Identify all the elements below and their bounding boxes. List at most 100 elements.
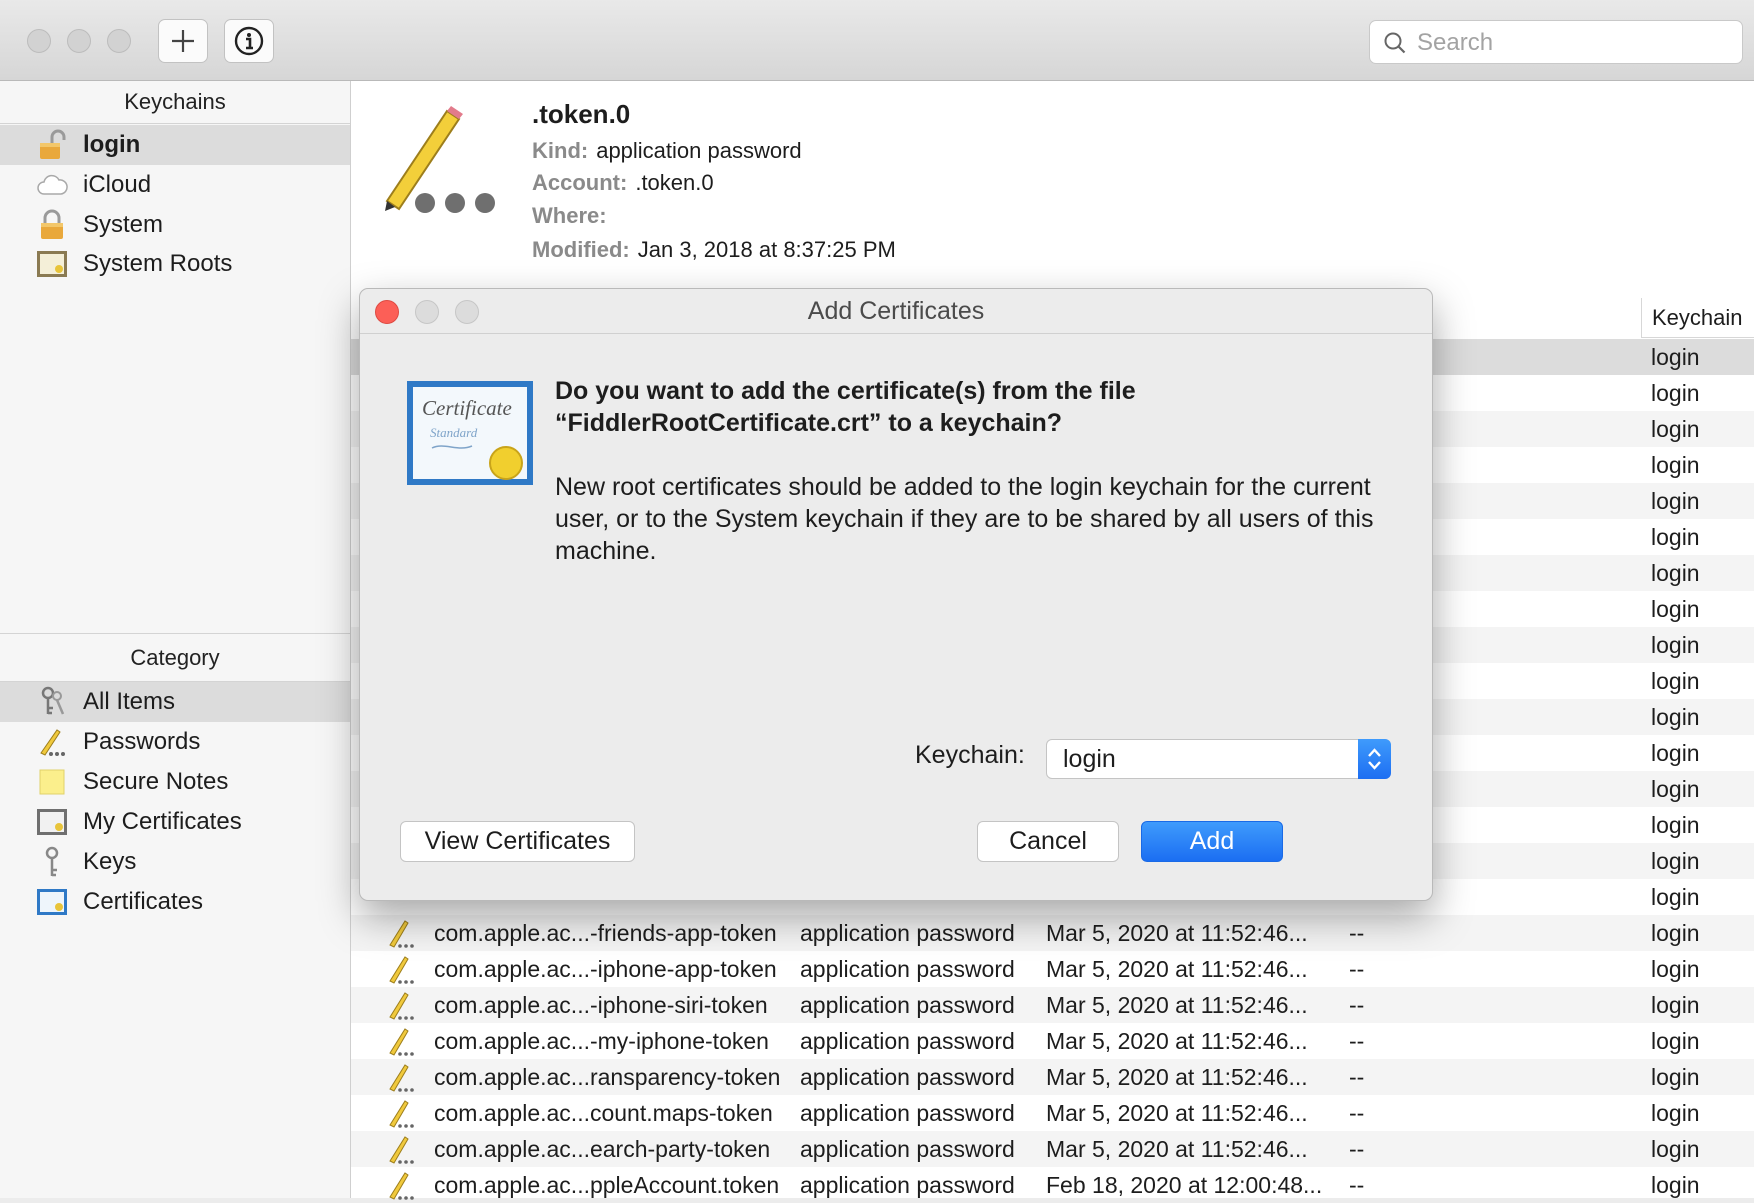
- window-minimize-button[interactable]: [67, 29, 91, 53]
- cell-date: Mar 5, 2020 at 11:52:46...: [1046, 1100, 1308, 1126]
- cell-keychain: login: [1651, 560, 1700, 586]
- account-value: .token.0: [635, 170, 714, 195]
- cell-expires: --: [1349, 956, 1365, 982]
- cell-date: Mar 5, 2020 at 11:52:46...: [1046, 1136, 1308, 1162]
- sidebar-item-icloud[interactable]: iCloud: [0, 165, 350, 205]
- sidebar-item-label: System Roots: [83, 250, 233, 277]
- dialog-description: New root certificates should be added to…: [555, 473, 1374, 565]
- certificate-icon-text: Certificate: [422, 396, 512, 420]
- cell-keychain: login: [1651, 884, 1700, 910]
- category-certificates[interactable]: Certificates: [0, 882, 350, 922]
- dialog-close-button[interactable]: [375, 300, 399, 324]
- cell-name: com.apple.ac...count.maps-token: [434, 1100, 773, 1126]
- divider: [0, 123, 350, 124]
- add-item-button[interactable]: [158, 19, 208, 63]
- certificate-icon: [35, 885, 69, 919]
- table-row[interactable]: com.apple.ac...-iphone-app-token applica…: [351, 951, 1754, 987]
- cell-expires: --: [1349, 1100, 1365, 1126]
- modified-label: Modified:: [532, 237, 630, 262]
- cell-keychain: login: [1651, 416, 1700, 442]
- account-label: Account:: [532, 170, 628, 195]
- pencil-icon: [389, 956, 414, 984]
- cell-date: Mar 5, 2020 at 11:52:46...: [1046, 1064, 1308, 1090]
- cell-expires: --: [1349, 1136, 1365, 1162]
- table-row[interactable]: com.apple.ac...-my-iphone-token applicat…: [351, 1023, 1754, 1059]
- sidebar-item-label: All Items: [83, 688, 176, 715]
- cell-keychain: login: [1651, 1136, 1700, 1162]
- cell-keychain: login: [1651, 992, 1700, 1018]
- certificate-icon: [35, 247, 69, 281]
- pencil-icon: [389, 1136, 414, 1164]
- cell-date: Feb 18, 2020 at 12:00:48...: [1046, 1172, 1323, 1198]
- view-certificates-button[interactable]: View Certificates: [400, 821, 635, 862]
- table-row[interactable]: com.apple.ac...ransparency-token applica…: [351, 1059, 1754, 1095]
- cell-date: Mar 5, 2020 at 11:52:46...: [1046, 1028, 1308, 1054]
- category-header: Category: [130, 645, 220, 670]
- pencil-icon: [389, 920, 414, 948]
- cell-keychain: login: [1651, 380, 1700, 406]
- cell-keychain: login: [1651, 632, 1700, 658]
- kind-value: application password: [596, 138, 802, 163]
- sidebar-item-label: login: [83, 131, 141, 158]
- category-all-items[interactable]: All Items: [0, 682, 350, 722]
- where-label: Where:: [532, 203, 607, 228]
- search-field[interactable]: Search: [1369, 20, 1743, 64]
- cell-keychain: login: [1651, 344, 1700, 370]
- cell-keychain: login: [1651, 812, 1700, 838]
- table-row[interactable]: com.apple.ac...-iphone-siri-token applic…: [351, 987, 1754, 1023]
- column-header-keychain[interactable]: Keychain: [1641, 298, 1754, 338]
- cell-keychain: login: [1651, 1100, 1700, 1126]
- item-title: .token.0: [532, 99, 631, 129]
- cell-expires: --: [1349, 1028, 1365, 1054]
- sidebar-item-login[interactable]: login: [0, 125, 350, 165]
- add-button[interactable]: Add: [1141, 821, 1283, 862]
- category-keys[interactable]: Keys: [0, 842, 350, 882]
- table-row[interactable]: com.apple.ac...count.maps-token applicat…: [351, 1095, 1754, 1131]
- table-row[interactable]: com.apple.ac...earch-party-token applica…: [351, 1131, 1754, 1167]
- pencil-icon: [389, 1172, 414, 1200]
- category-secure-notes[interactable]: Secure Notes: [0, 762, 350, 802]
- table-row[interactable]: com.apple.ac...-friends-app-token applic…: [351, 915, 1754, 951]
- keychain-popup[interactable]: login: [1046, 739, 1391, 779]
- cell-keychain: login: [1651, 488, 1700, 514]
- cell-kind: application password: [800, 920, 1015, 946]
- key-icon: [35, 845, 69, 879]
- cell-name: com.apple.ac...-iphone-app-token: [434, 956, 777, 982]
- keys-icon: [35, 685, 69, 719]
- pencil-icon: [389, 1064, 414, 1092]
- cell-date: Mar 5, 2020 at 11:52:46...: [1046, 956, 1308, 982]
- keychain-label: Keychain:: [915, 741, 1025, 769]
- pencil-icon: [35, 725, 69, 759]
- cell-keychain: login: [1651, 1028, 1700, 1054]
- cell-keychain: login: [1651, 956, 1700, 982]
- item-account: Account: .token.0: [532, 170, 714, 196]
- password-item-icon: [385, 106, 495, 213]
- sidebar-item-label: Certificates: [83, 888, 204, 915]
- cell-keychain: login: [1651, 1064, 1700, 1090]
- info-icon: [234, 26, 264, 56]
- cell-kind: application password: [800, 956, 1015, 982]
- sidebar-item-system-roots[interactable]: System Roots: [0, 244, 350, 284]
- category-passwords[interactable]: Passwords: [0, 722, 350, 762]
- sidebar-item-system[interactable]: System: [0, 205, 350, 245]
- get-info-button[interactable]: [224, 19, 274, 63]
- item-modified: Modified: Jan 3, 2018 at 8:37:25 PM: [532, 237, 896, 263]
- sidebar-item-label: System: [83, 211, 164, 238]
- cell-name: com.apple.ac...ppleAccount.token: [434, 1172, 780, 1198]
- cell-name: com.apple.ac...-friends-app-token: [434, 920, 777, 946]
- sidebar-item-label: Keys: [83, 848, 137, 875]
- dialog-minimize-button: [415, 300, 439, 324]
- pencil-icon: [389, 1028, 414, 1056]
- cell-keychain: login: [1651, 776, 1700, 802]
- cell-keychain: login: [1651, 452, 1700, 478]
- category-my-certificates[interactable]: My Certificates: [0, 802, 350, 842]
- sidebar: Keychains login iCloud System System Roo…: [0, 81, 351, 1198]
- search-placeholder: Search: [1417, 29, 1494, 56]
- window-zoom-button[interactable]: [107, 29, 131, 53]
- cell-kind: application password: [800, 1064, 1015, 1090]
- certificate-icon: Certificate Standard: [407, 381, 533, 485]
- note-icon: [35, 765, 69, 799]
- certificate-icon: [35, 805, 69, 839]
- window-close-button[interactable]: [27, 29, 51, 53]
- cancel-button[interactable]: Cancel: [977, 821, 1119, 862]
